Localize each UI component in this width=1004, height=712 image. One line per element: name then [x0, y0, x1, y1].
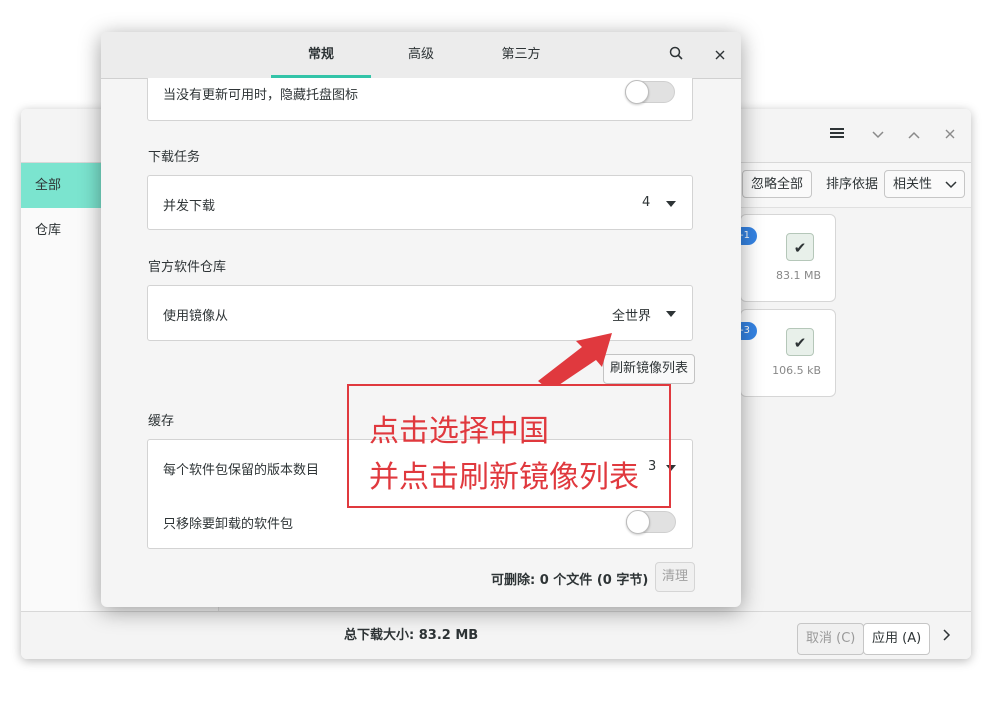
keep-versions-label: 每个软件包保留的版本数目	[163, 463, 320, 478]
sort-select-value: 相关性	[893, 177, 933, 192]
mirror-label: 使用镜像从	[163, 309, 229, 324]
list-item[interactable]: -3 ✔ 106.5 kB	[733, 309, 836, 397]
cancel-button[interactable]: 取消 (C)	[797, 623, 865, 655]
package-size: 83.1 MB	[775, 269, 821, 282]
sort-label: 排序依据	[826, 177, 879, 192]
tab-advanced[interactable]: 高级	[371, 32, 471, 78]
remove-uninstalled-toggle[interactable]	[626, 510, 676, 534]
main-footer: 总下载大小: 83.2 MB 取消 (C) 应用 (A)	[21, 611, 971, 659]
dropdown-caret-icon[interactable]	[666, 201, 676, 207]
annotation-box: 点击选择中国 并点击刷新镜像列表	[347, 384, 671, 508]
hide-tray-toggle[interactable]	[625, 80, 675, 104]
chevron-right-icon[interactable]	[943, 629, 951, 645]
search-icon[interactable]	[666, 45, 686, 65]
chevron-down-icon[interactable]	[868, 126, 888, 146]
close-icon[interactable]	[940, 126, 960, 146]
tab-third-party[interactable]: 第三方	[471, 32, 571, 78]
cache-removable-info: 可删除: 0 个文件 (0 字节)	[491, 573, 649, 588]
annotation-line-1: 点击选择中国	[369, 414, 549, 449]
menu-icon[interactable]	[827, 126, 847, 146]
total-download-size: 总下载大小: 83.2 MB	[344, 628, 479, 643]
package-size: 106.5 kB	[772, 364, 821, 377]
ignore-all-button[interactable]: 忽略全部	[742, 170, 813, 198]
apply-button[interactable]: 应用 (A)	[863, 623, 931, 655]
annotation-arrow-icon	[538, 333, 612, 385]
close-icon[interactable]	[710, 45, 730, 65]
remove-uninstalled-label: 只移除要卸载的软件包	[163, 517, 294, 532]
chevron-down-icon	[945, 181, 957, 189]
preferences-dialog: 常规 高级 第三方 当没有更新可用时，隐藏托盘图标 下载任务 并发下载 4 官方…	[101, 32, 741, 607]
mirror-select-value[interactable]: 全世界	[612, 305, 651, 324]
concurrent-download-row: 并发下载 4	[147, 175, 693, 230]
select-checkbox[interactable]: ✔	[786, 233, 814, 261]
hide-tray-label: 当没有更新可用时，隐藏托盘图标	[163, 88, 359, 103]
annotation-line-2: 并点击刷新镜像列表	[369, 460, 639, 495]
cache-section-title: 缓存	[148, 414, 175, 429]
clean-button[interactable]: 清理	[655, 562, 696, 592]
list-item[interactable]: -1 ✔ 83.1 MB	[733, 214, 836, 302]
download-section-title: 下载任务	[148, 150, 201, 165]
repo-section-title: 官方软件仓库	[148, 260, 227, 275]
sort-select[interactable]: 相关性	[884, 170, 965, 198]
tab-general[interactable]: 常规	[271, 32, 371, 78]
select-checkbox[interactable]: ✔	[786, 328, 814, 356]
hide-tray-row: 当没有更新可用时，隐藏托盘图标	[147, 78, 693, 121]
dialog-header: 常规 高级 第三方	[101, 32, 741, 79]
dropdown-caret-icon[interactable]	[666, 311, 676, 317]
concurrent-download-label: 并发下载	[163, 199, 216, 214]
chevron-up-icon[interactable]	[904, 126, 924, 146]
concurrent-download-value[interactable]: 4	[642, 195, 650, 210]
